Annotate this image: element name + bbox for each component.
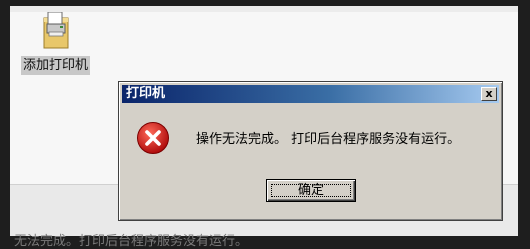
add-printer-icon[interactable]: [41, 12, 71, 50]
error-icon: [137, 122, 169, 154]
dialog-titlebar[interactable]: 打印机 x: [122, 85, 499, 103]
ok-button[interactable]: 确定: [266, 179, 356, 202]
dialog-title: 打印机: [126, 86, 166, 101]
background-band: [10, 6, 518, 12]
add-printer-label[interactable]: 添加打印机: [21, 56, 91, 75]
printer-error-dialog: 打印机 x 操作无法完成。 打印后台程序服务没有运行。 确定: [118, 81, 503, 221]
close-button[interactable]: x: [481, 87, 497, 101]
error-message: 操作无法完成。 打印后台程序服务没有运行。: [196, 132, 461, 147]
focus-rect: [271, 184, 351, 197]
background-status-text: 无法完成。打印后台程序服务没有运行。: [14, 234, 249, 249]
